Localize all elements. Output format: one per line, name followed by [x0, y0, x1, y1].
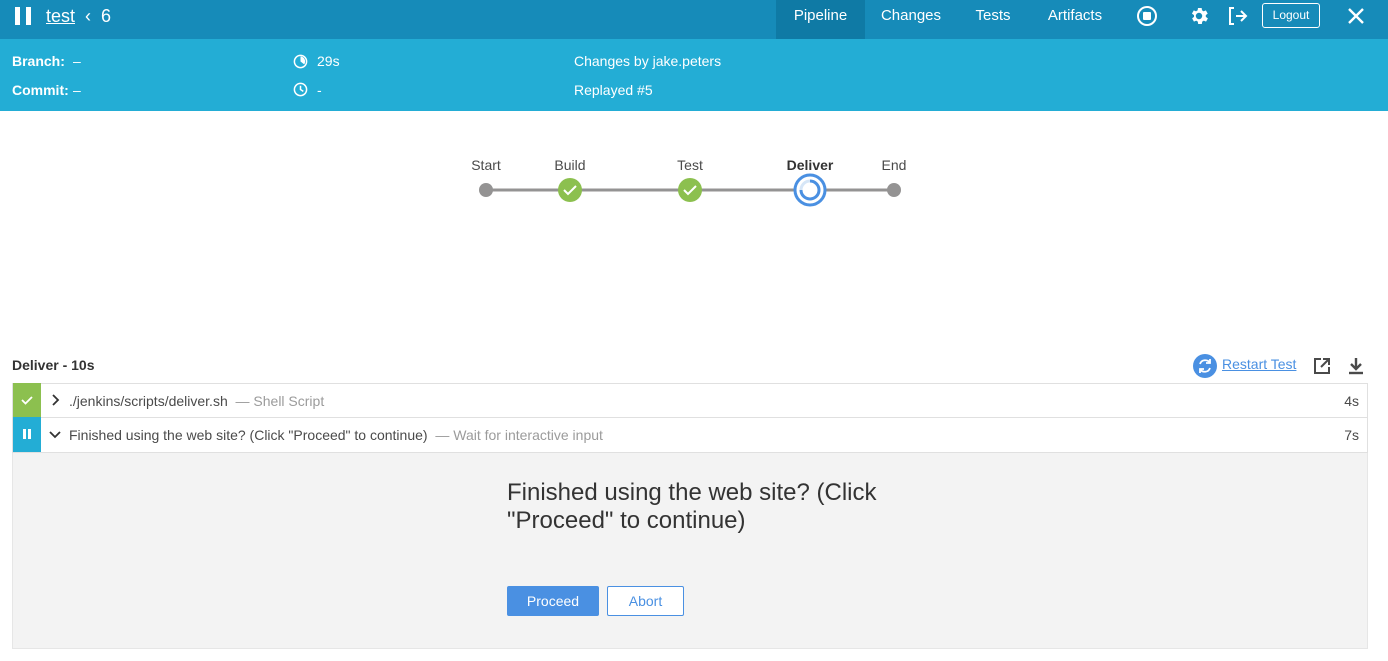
chevron-right-icon[interactable]: [49, 394, 61, 406]
commit-label: Commit:: [12, 82, 69, 98]
pipeline-graph: Start Build Test Deliver End: [0, 111, 1388, 351]
stage-node-test[interactable]: [678, 178, 702, 202]
restart-stage-link[interactable]: Restart Test: [1222, 356, 1296, 372]
step-type: — Wait for interactive input: [435, 427, 603, 443]
step-title-text: Finished using the web site? (Click "Pro…: [69, 427, 428, 443]
stage-detail-title: Deliver - 10s: [12, 357, 95, 373]
step-duration: 7s: [1344, 427, 1359, 443]
step-title: ./jenkins/scripts/deliver.sh — Shell Scr…: [69, 393, 324, 409]
pause-icon[interactable]: [15, 7, 33, 25]
duration-icon: [293, 54, 308, 69]
paused-status-icon: [13, 417, 41, 452]
pipeline-track: [479, 173, 901, 207]
duration-value: 29s: [317, 53, 340, 69]
logout-button[interactable]: Logout: [1262, 3, 1320, 28]
chevron-down-icon[interactable]: [49, 428, 61, 440]
gear-icon[interactable]: [1188, 5, 1210, 27]
tab-artifacts[interactable]: Artifacts: [1040, 0, 1110, 39]
clock-icon: [293, 82, 308, 97]
branch-value: –: [73, 53, 81, 69]
replayed-text: Replayed #5: [574, 82, 653, 98]
stage-node-deliver[interactable]: [793, 173, 827, 207]
exit-icon[interactable]: [1226, 5, 1248, 27]
close-icon[interactable]: [1345, 5, 1367, 27]
tab-tests[interactable]: Tests: [964, 0, 1022, 39]
step-title-text: ./jenkins/scripts/deliver.sh: [69, 393, 228, 409]
step-type: — Shell Script: [235, 393, 325, 409]
input-prompt-message: Finished using the web site? (Click "Pro…: [507, 479, 877, 534]
tab-changes[interactable]: Changes: [872, 0, 950, 39]
run-number: 6: [101, 6, 112, 26]
commit-value: –: [73, 82, 81, 98]
branch-label: Branch:: [12, 53, 65, 69]
time-ago-value: -: [317, 82, 322, 98]
top-bar: test ‹ 6 Pipeline Changes Tests Artifact…: [0, 0, 1388, 39]
run-info-bar: Branch: – Commit: – 29s - Changes by jak…: [0, 39, 1388, 111]
job-name-link[interactable]: test: [46, 6, 75, 27]
abort-button[interactable]: Abort: [607, 586, 684, 616]
step-title: Finished using the web site? (Click "Pro…: [69, 427, 603, 443]
changes-text: Changes by jake.peters: [574, 53, 722, 69]
step-duration: 4s: [1344, 393, 1359, 409]
step-row[interactable]: Finished using the web site? (Click "Pro…: [12, 417, 1368, 453]
restart-icon[interactable]: [1193, 354, 1217, 378]
success-status-icon: [13, 383, 41, 418]
step-list: ./jenkins/scripts/deliver.sh — Shell Scr…: [12, 383, 1368, 453]
stop-icon[interactable]: [1136, 5, 1158, 27]
download-icon[interactable]: [1346, 356, 1366, 376]
chevron-left-icon: ‹: [85, 6, 91, 26]
open-external-icon[interactable]: [1312, 356, 1332, 376]
input-prompt-panel: Finished using the web site? (Click "Pro…: [12, 453, 1368, 649]
proceed-button[interactable]: Proceed: [507, 586, 599, 616]
stage-node-start: [479, 183, 493, 197]
step-row[interactable]: ./jenkins/scripts/deliver.sh — Shell Scr…: [12, 383, 1368, 418]
stage-node-end: [887, 183, 901, 197]
tab-pipeline[interactable]: Pipeline: [776, 0, 865, 39]
stage-node-build[interactable]: [558, 178, 582, 202]
